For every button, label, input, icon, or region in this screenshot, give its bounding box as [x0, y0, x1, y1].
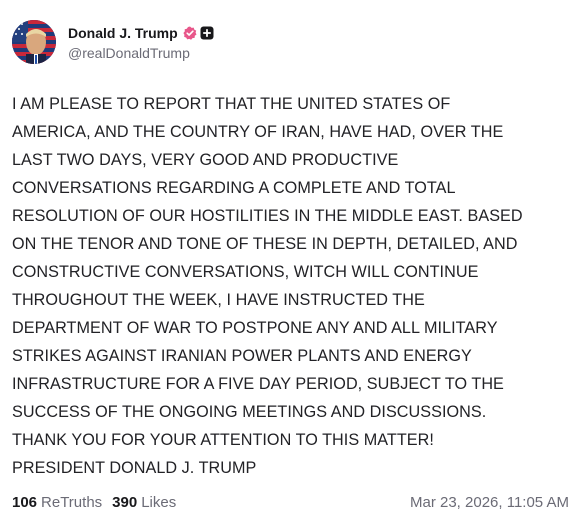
name-row: Donald J. Trump	[68, 23, 214, 43]
likes-label: Likes	[141, 493, 177, 511]
plus-badge-icon	[200, 26, 214, 40]
post-body-text: I AM PLEASE TO REPORT THAT THE UNITED ST…	[12, 95, 523, 477]
avatar[interactable]	[12, 20, 56, 64]
retruths-count: 106	[12, 493, 38, 511]
profile-photo-icon	[12, 20, 56, 64]
likes-stat[interactable]: 390 Likes	[112, 494, 176, 511]
author-handle[interactable]: @realDonaldTrump	[68, 45, 214, 61]
likes-count: 390	[112, 493, 138, 511]
author-identity: Donald J. Trump @realDonaldTrump	[68, 23, 214, 61]
author-display-name[interactable]: Donald J. Trump	[68, 25, 178, 41]
retruths-stat[interactable]: 106 ReTruths	[12, 494, 102, 511]
retruths-label: ReTruths	[41, 493, 103, 511]
post-footer: 106 ReTruths 390 Likes Mar 23, 2026, 11:…	[12, 492, 569, 512]
truth-post: Donald J. Trump @realDonaldTrump I AM PL…	[0, 0, 581, 522]
post-header: Donald J. Trump @realDonaldTrump	[12, 20, 214, 64]
post-timestamp[interactable]: Mar 23, 2026, 11:05 AM	[410, 494, 569, 511]
verified-badge-icon	[183, 26, 197, 40]
